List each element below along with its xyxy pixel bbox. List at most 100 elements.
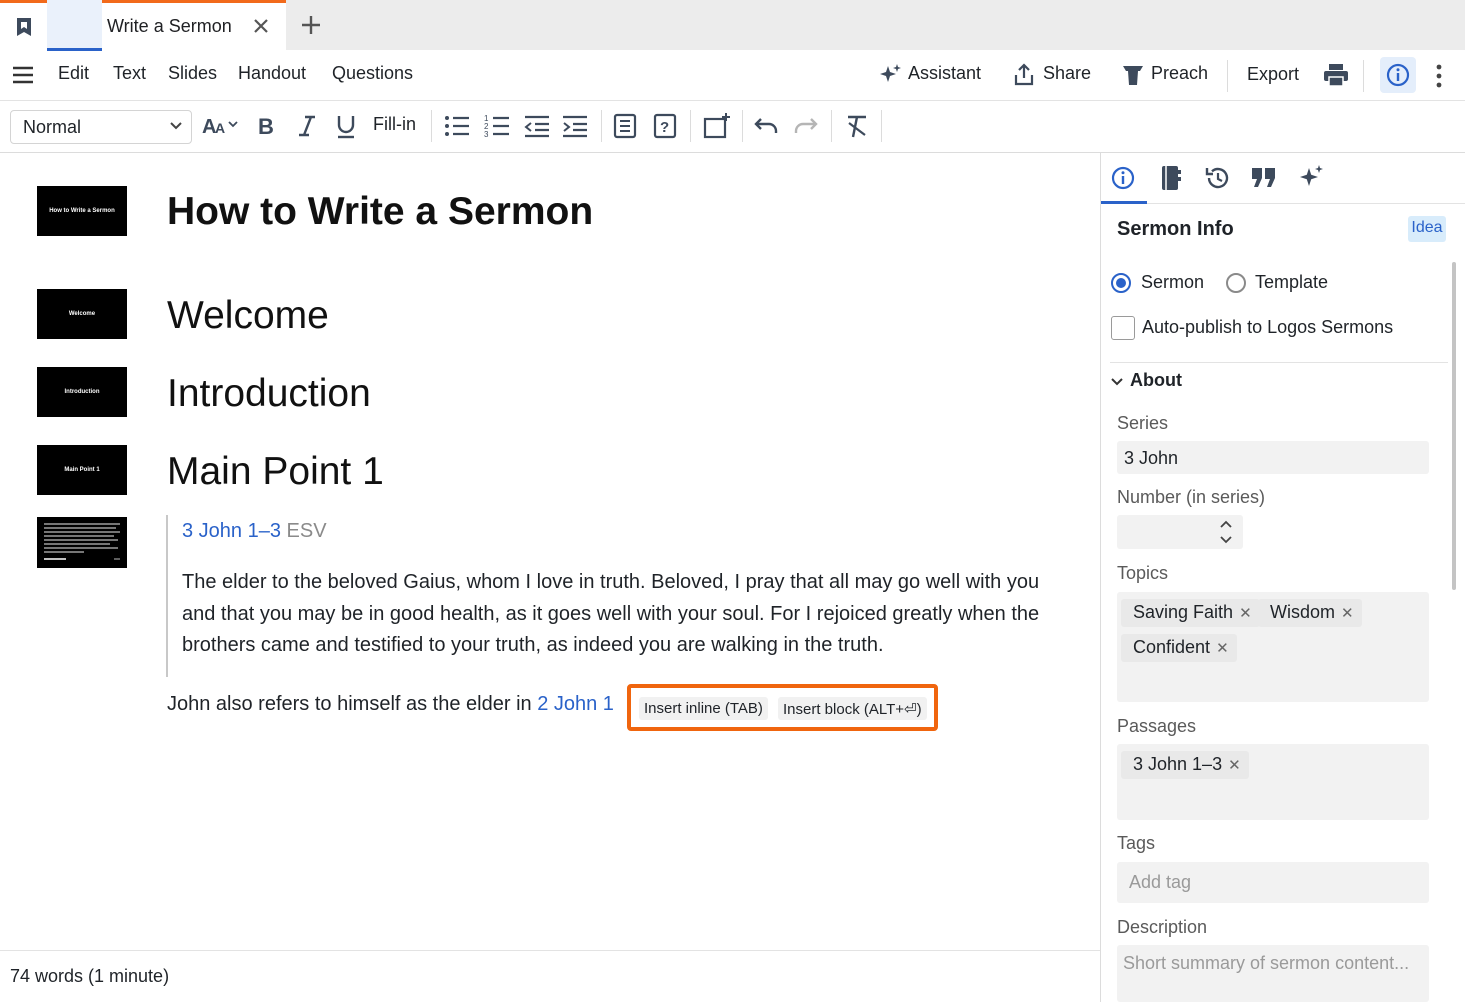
sparkle-tab-icon[interactable] (1298, 164, 1324, 190)
number-label: Number (in series) (1117, 487, 1266, 507)
hamburger-menu-icon[interactable] (11, 64, 35, 86)
panel-scrollbar[interactable] (1452, 262, 1456, 590)
insert-question-icon[interactable]: ? (653, 113, 677, 139)
scripture-quote-bar (166, 515, 168, 677)
panel-divider (1110, 362, 1448, 363)
toolbar-divider (690, 110, 691, 142)
passage-reference[interactable]: 3 John 1–3 ESV (182, 520, 327, 543)
passage-link[interactable]: 3 John 1–3 (182, 520, 281, 542)
assistant-label: Assistant (908, 63, 982, 83)
scripture-link[interactable]: 2 John 1 (537, 693, 614, 715)
series-input[interactable]: 3 John (1117, 441, 1429, 474)
insert-block-button[interactable]: Insert block (ALT+⏎) (778, 697, 927, 720)
svg-text:?: ? (660, 119, 669, 136)
fill-in-button[interactable]: Fill-in (373, 114, 416, 135)
menubar (0, 50, 1465, 101)
indent-icon[interactable] (562, 113, 588, 139)
print-icon[interactable] (1323, 62, 1349, 88)
template-radio-label[interactable]: Template (1255, 272, 1328, 293)
template-radio[interactable] (1226, 273, 1246, 293)
auto-publish-checkbox[interactable] (1111, 316, 1135, 340)
series-value: 3 John (1124, 448, 1179, 468)
new-tab-plus-icon[interactable] (298, 12, 324, 38)
toolbar-divider (601, 110, 602, 142)
svg-text:B: B (258, 114, 274, 139)
bulleted-list-icon[interactable] (444, 113, 470, 139)
scripture-text[interactable]: The elder to the beloved Gaius, whom I l… (182, 567, 1062, 662)
info-tab-icon[interactable] (1111, 166, 1135, 190)
toolbar-divider (742, 110, 743, 142)
underline-icon[interactable] (335, 113, 357, 139)
bible-version: ESV (286, 520, 327, 542)
series-label: Series (1117, 413, 1169, 433)
slide-thumbnail[interactable]: How to Write a Sermon (37, 186, 127, 236)
remove-icon[interactable]: ✕ (1216, 640, 1229, 657)
paragraph-style-select[interactable]: Normal (10, 110, 192, 144)
undo-icon[interactable] (753, 115, 779, 137)
redo-icon[interactable] (793, 115, 819, 137)
toolbar-divider (831, 110, 832, 142)
slide-thumbnail[interactable]: Main Point 1 (37, 445, 127, 495)
heading-main-point-1[interactable]: Main Point 1 (167, 450, 384, 494)
topics-field[interactable]: Saving Faith ✕ Wisdom ✕ Confident ✕ (1117, 592, 1429, 702)
description-input[interactable]: Short summary of sermon content... (1117, 945, 1429, 1002)
tags-placeholder: Add tag (1129, 872, 1192, 892)
menu-active-indicator (47, 0, 102, 51)
menu-item-text[interactable]: Text (113, 63, 146, 84)
insert-text-block-icon[interactable] (613, 113, 637, 139)
sermon-title[interactable]: How to Write a Sermon (167, 190, 593, 234)
remove-icon[interactable]: ✕ (1239, 605, 1252, 622)
slide-thumbnail[interactable]: Welcome (37, 289, 127, 339)
insert-slide-icon[interactable] (703, 112, 731, 140)
menu-item-slides[interactable]: Slides (168, 63, 217, 84)
paragraph[interactable]: John also refers to himself as the elder… (167, 693, 614, 716)
notebook-tab-icon[interactable] (1159, 165, 1181, 191)
menu-item-questions[interactable]: Questions (332, 63, 413, 84)
remove-icon[interactable]: ✕ (1341, 605, 1354, 622)
about-section-header[interactable]: About (1130, 370, 1182, 391)
svg-text:3: 3 (484, 130, 489, 139)
info-icon (1386, 63, 1410, 87)
font-size-icon[interactable]: AA (202, 113, 242, 139)
stepper-arrows-icon[interactable] (1219, 518, 1233, 546)
heading-welcome[interactable]: Welcome (167, 294, 329, 338)
tags-input[interactable]: Add tag (1117, 862, 1429, 903)
more-vertical-icon[interactable] (1433, 63, 1445, 89)
bold-icon[interactable]: B (256, 113, 278, 139)
pulpit-icon (1122, 63, 1144, 87)
history-tab-icon[interactable] (1204, 165, 1230, 191)
browser-tab[interactable]: How to Write a Sermon (0, 0, 286, 50)
preach-label: Preach (1151, 63, 1209, 83)
slide-thumbnail[interactable]: Introduction (37, 367, 127, 417)
export-button[interactable]: Export (1247, 64, 1299, 85)
menu-item-edit[interactable]: Edit (58, 63, 89, 84)
svg-text:A: A (215, 120, 225, 136)
italic-icon[interactable] (296, 113, 318, 139)
tags-label: Tags (1117, 833, 1156, 853)
word-count: 74 words (1 minute) (10, 966, 170, 986)
sermon-radio[interactable] (1111, 273, 1131, 293)
topic-chip: Saving Faith ✕ (1121, 599, 1260, 627)
close-icon[interactable] (250, 15, 272, 37)
insert-inline-button[interactable]: Insert inline (TAB) (639, 697, 768, 720)
numbered-list-icon[interactable]: 123 (484, 113, 510, 139)
outdent-icon[interactable] (524, 113, 550, 139)
sparkle-icon (878, 63, 902, 87)
description-label: Description (1117, 917, 1208, 937)
description-placeholder: Short summary of sermon content... (1123, 953, 1410, 973)
scripture-slide-thumbnail[interactable] (37, 517, 127, 568)
auto-publish-label[interactable]: Auto-publish to Logos Sermons (1142, 317, 1393, 338)
sermon-radio-label[interactable]: Sermon (1141, 272, 1204, 293)
clear-formatting-icon[interactable] (845, 113, 869, 139)
panel-tabs (1100, 153, 1465, 204)
chevron-down-icon[interactable] (1111, 377, 1123, 387)
menu-item-handout[interactable]: Handout (238, 63, 306, 84)
paragraph-style-value: Normal (23, 117, 82, 137)
passages-field[interactable]: 3 John 1–3 ✕ (1117, 744, 1429, 820)
heading-introduction[interactable]: Introduction (167, 372, 371, 416)
info-toggle-button[interactable] (1380, 57, 1416, 93)
quote-tab-icon[interactable] (1251, 167, 1277, 189)
number-stepper[interactable] (1117, 515, 1243, 549)
remove-icon[interactable]: ✕ (1228, 757, 1241, 774)
document-icon (14, 16, 34, 38)
